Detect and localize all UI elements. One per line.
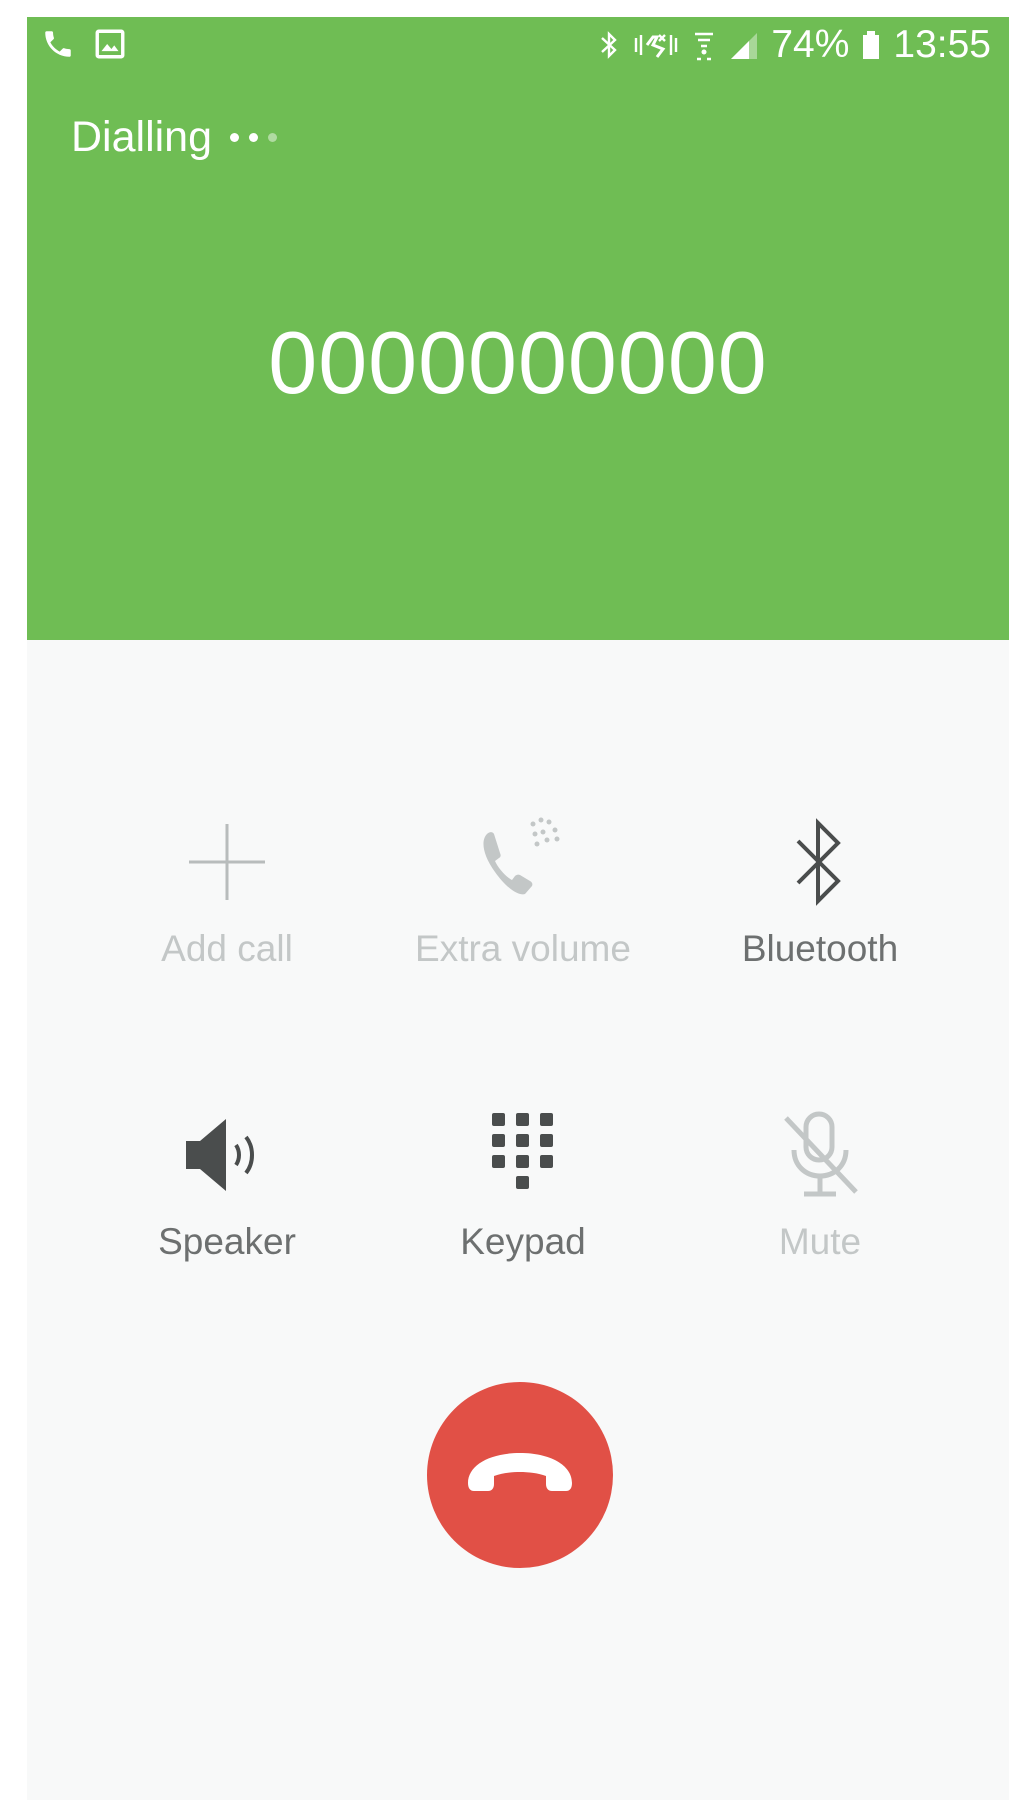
keypad-button[interactable]: Keypad: [373, 1105, 673, 1263]
phone-screen: 74% 13:55 Dialling 0000000000 Add call E…: [27, 17, 1009, 1800]
call-status-text: Dialling: [71, 113, 213, 161]
mute-label: Mute: [778, 1221, 862, 1262]
phone-number: 0000000000: [268, 313, 768, 412]
speaker-icon: [182, 1105, 272, 1205]
extra-volume-icon: [475, 812, 571, 912]
status-right: 74% 13:55: [597, 23, 991, 67]
bluetooth-icon: [601, 31, 618, 59]
bluetooth-button[interactable]: Bluetooth: [670, 812, 970, 970]
call-status: Dialling: [71, 113, 278, 162]
keypad-icon: [488, 1105, 558, 1205]
battery-percent: 74%: [771, 23, 850, 66]
dialling-dots-icon: [230, 133, 278, 142]
keypad-label: Keypad: [460, 1221, 586, 1262]
battery-icon: [863, 31, 880, 59]
end-call-icon: [468, 1453, 572, 1491]
status-bar: 74% 13:55: [27, 17, 1009, 79]
bluetooth-label: Bluetooth: [741, 928, 899, 969]
add-call-label: Add call: [161, 928, 293, 969]
signal-icon: [731, 33, 758, 59]
call-header: 74% 13:55 Dialling 0000000000: [27, 17, 1009, 640]
mute-icon: [780, 1105, 860, 1205]
vibrate-icon: [635, 34, 678, 58]
phone-icon: [45, 31, 71, 57]
speaker-label: Speaker: [158, 1221, 296, 1262]
end-call-button[interactable]: [427, 1382, 613, 1568]
add-icon: [185, 812, 269, 912]
clock: 13:55: [893, 23, 991, 66]
wifi-icon: [695, 32, 714, 61]
add-call-button[interactable]: Add call: [77, 812, 377, 970]
extra-volume-button[interactable]: Extra volume: [373, 812, 673, 970]
status-left: [41, 27, 127, 61]
speaker-button[interactable]: Speaker: [77, 1105, 377, 1263]
extra-volume-label: Extra volume: [415, 928, 631, 969]
bluetooth-icon: [792, 812, 848, 912]
mute-button[interactable]: Mute: [670, 1105, 970, 1263]
gallery-icon: [95, 29, 125, 59]
